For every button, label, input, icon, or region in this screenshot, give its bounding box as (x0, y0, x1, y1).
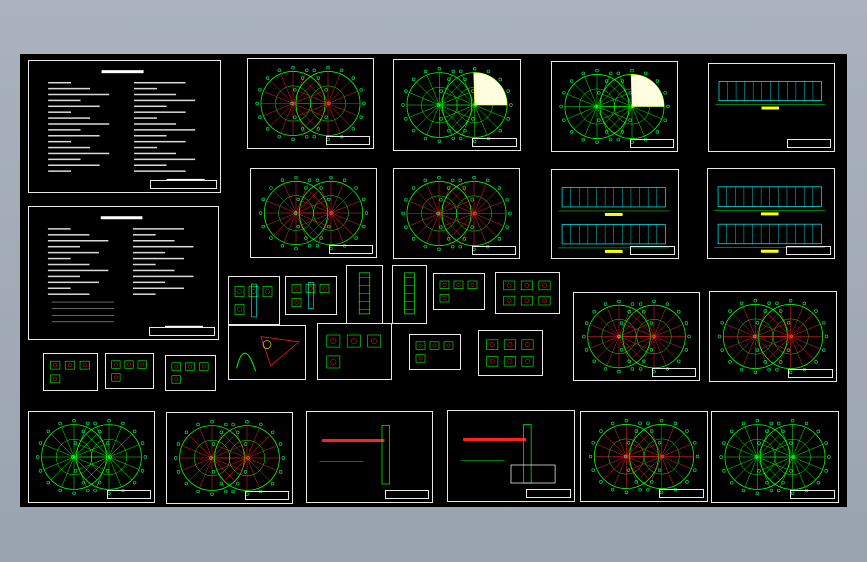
elevation-graphic (558, 187, 670, 253)
title-block (384, 490, 429, 499)
plan-graphic (719, 419, 831, 495)
sheet-plan-g[interactable] (709, 291, 837, 382)
sheet-notes-1[interactable] (28, 60, 221, 193)
detail-graphic (234, 283, 273, 318)
plan-graphic (559, 68, 670, 145)
detail-graphic (171, 362, 209, 384)
sheet-notes-2[interactable] (28, 206, 219, 340)
title-block (786, 139, 831, 148)
plan-graphic (401, 175, 512, 252)
title-block (244, 491, 289, 500)
sheet-det-9[interactable] (409, 334, 461, 370)
detail-graphic (415, 341, 454, 363)
title-block (651, 368, 696, 377)
sheet-plan-k[interactable] (711, 411, 839, 503)
detail-graphic (503, 280, 551, 306)
sheet-plan-h[interactable] (28, 411, 155, 503)
plan-graphic (255, 65, 366, 142)
title-block (659, 489, 704, 498)
detail-graphic (50, 360, 90, 384)
detail-graphic (439, 280, 478, 303)
sheet-small-2[interactable] (105, 353, 154, 389)
title-block (328, 245, 373, 254)
sheet-det-4[interactable] (392, 265, 427, 324)
title-block (629, 139, 674, 148)
sheet-small-3[interactable] (165, 355, 216, 391)
plan-graphic (588, 418, 700, 495)
sheet-elev-a[interactable] (708, 63, 835, 152)
detail-graphic (326, 334, 382, 369)
sheet-plan-b[interactable] (393, 59, 521, 151)
title-block (471, 246, 516, 255)
plan-graphic (174, 420, 285, 496)
detail-graphic (404, 272, 415, 315)
title-block (630, 246, 675, 255)
detail-graphic (486, 339, 534, 367)
section-graphic (319, 425, 390, 485)
sheet-plan-c[interactable] (551, 61, 678, 152)
sheet-plan-i[interactable] (166, 412, 293, 504)
title-block (106, 490, 151, 499)
plan-graphic (582, 299, 691, 374)
title-block (325, 136, 370, 145)
detail-graphic (291, 282, 330, 309)
sheet-elev-c[interactable] (707, 168, 835, 259)
title-block (788, 369, 833, 378)
title-block (526, 489, 571, 498)
elevation-graphic (714, 186, 826, 253)
sheet-plan-a[interactable] (247, 58, 374, 149)
title-block (786, 246, 831, 255)
sheet-elev-b[interactable] (551, 169, 679, 259)
sheet-det-2[interactable] (285, 276, 337, 315)
sheet-det-3[interactable] (346, 265, 383, 324)
title-block (790, 490, 835, 499)
drawing-canvas[interactable] (20, 54, 847, 507)
title-block (150, 180, 217, 189)
notes-graphic (48, 70, 205, 181)
sheet-det-5[interactable] (433, 273, 485, 310)
sheet-det-6[interactable] (495, 272, 560, 314)
detail-graphic (111, 360, 147, 382)
sheet-sect-a[interactable] (306, 411, 433, 503)
section-graphic (460, 424, 556, 484)
notes-table-graphic (47, 216, 203, 328)
sheet-det-8[interactable] (317, 323, 392, 380)
detail-graphic (236, 336, 300, 372)
sheet-plan-f[interactable] (573, 292, 700, 381)
sheet-det-1[interactable] (228, 276, 280, 325)
sheet-det-10[interactable] (478, 330, 543, 376)
plan-graphic (36, 419, 147, 495)
plan-graphic (258, 175, 369, 251)
plan-graphic (401, 67, 513, 143)
sheet-det-7[interactable] (228, 325, 306, 380)
sheet-plan-j[interactable] (580, 411, 708, 502)
elevation-graphic (715, 81, 826, 110)
sheet-plan-d[interactable] (250, 168, 377, 258)
detail-graphic (358, 272, 371, 315)
title-block (472, 138, 517, 147)
plan-graphic (717, 298, 829, 375)
title-block (148, 327, 215, 336)
sheet-plan-e[interactable] (393, 168, 520, 259)
sheet-sect-b[interactable] (447, 410, 575, 502)
sheet-small-1[interactable] (43, 353, 98, 391)
